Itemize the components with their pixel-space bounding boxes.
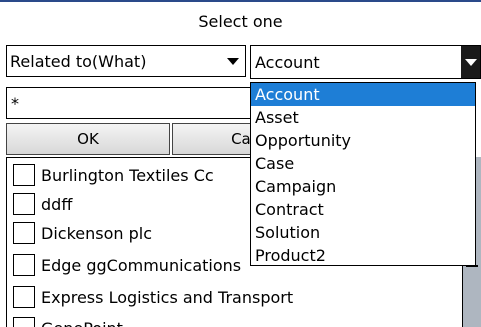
checkbox[interactable] bbox=[13, 286, 35, 308]
related-to-select[interactable]: Related to(What) bbox=[6, 45, 246, 77]
chevron-down-icon[interactable] bbox=[461, 46, 480, 78]
checkbox[interactable] bbox=[13, 164, 35, 186]
object-type-select-value: Account bbox=[255, 52, 320, 72]
dropdown-option-opportunity[interactable]: Opportunity bbox=[251, 129, 475, 152]
list-item-label: GenePoint bbox=[41, 319, 123, 327]
ok-button-label: OK bbox=[77, 130, 99, 148]
dropdown-option-account[interactable]: Account bbox=[251, 83, 475, 106]
chevron-down-icon bbox=[227, 58, 239, 65]
list-item-label: Edge ggCommunications bbox=[41, 255, 242, 275]
checkbox[interactable] bbox=[13, 254, 35, 276]
search-input-value: * bbox=[11, 93, 19, 113]
dropdown-option-solution[interactable]: Solution bbox=[251, 221, 475, 244]
list-item[interactable]: Edge ggCommunications bbox=[13, 254, 241, 276]
related-to-select-value: Related to(What) bbox=[10, 51, 147, 71]
list-item[interactable]: Express Logistics and Transport bbox=[13, 286, 293, 308]
dropdown-option-contract[interactable]: Contract bbox=[251, 198, 475, 221]
list-item[interactable]: Burlington Textiles Cc bbox=[13, 164, 214, 186]
checkbox[interactable] bbox=[13, 222, 35, 244]
search-input[interactable]: * bbox=[6, 87, 256, 119]
list-item-label: Express Logistics and Transport bbox=[41, 287, 294, 307]
list-item-label: Dickenson plc bbox=[41, 223, 152, 243]
dialog-title-text: Select one bbox=[198, 11, 283, 31]
object-type-select[interactable]: Account bbox=[250, 45, 481, 79]
cancel-button[interactable]: Car bbox=[172, 123, 256, 155]
checkbox[interactable] bbox=[13, 193, 35, 215]
dropdown-option-campaign[interactable]: Campaign bbox=[251, 175, 475, 198]
ok-button[interactable]: OK bbox=[6, 123, 170, 155]
dropdown-option-case[interactable]: Case bbox=[251, 152, 475, 175]
list-item[interactable]: GenePoint bbox=[13, 317, 123, 327]
list-item-label: ddff bbox=[41, 194, 73, 214]
dialog-title: Select one bbox=[0, 0, 481, 40]
object-type-dropdown: Account Asset Opportunity Case Campaign … bbox=[250, 82, 476, 266]
dropdown-option-product2[interactable]: Product2 bbox=[251, 244, 475, 265]
list-item[interactable]: ddff bbox=[13, 193, 72, 215]
dropdown-option-asset[interactable]: Asset bbox=[251, 106, 475, 129]
checkbox[interactable] bbox=[13, 317, 35, 327]
list-item[interactable]: Dickenson plc bbox=[13, 222, 152, 244]
list-item-label: Burlington Textiles Cc bbox=[41, 165, 214, 185]
